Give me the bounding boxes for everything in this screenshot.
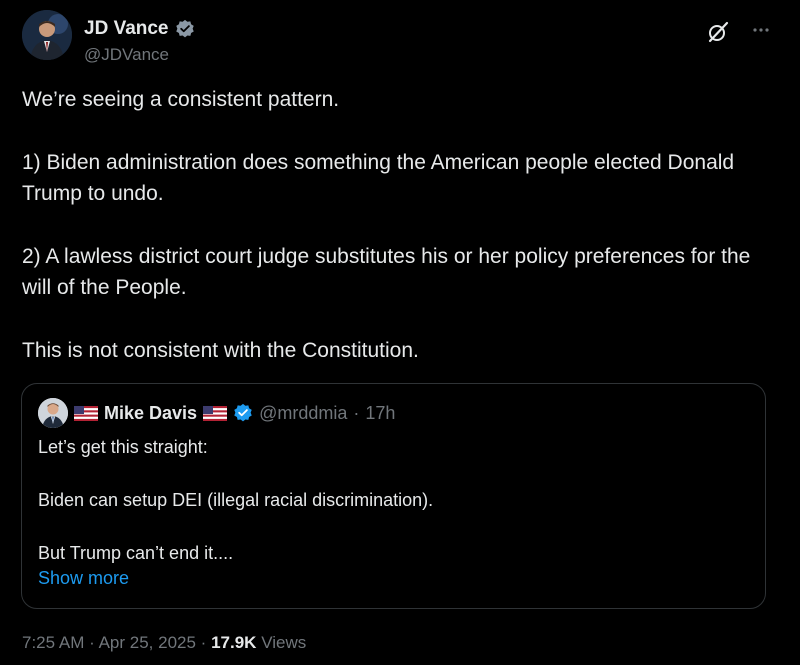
quoted-post-body: Let’s get this straight: Biden can setup…: [38, 434, 748, 593]
views-label: Views: [261, 633, 307, 652]
show-more-link[interactable]: Show more: [38, 568, 129, 589]
quoted-post-time[interactable]: 17h: [365, 403, 395, 424]
quoted-post-header: Mike Davis @mrddmia · 17h: [38, 398, 395, 428]
post-paragraph: This is not consistent with the Constitu…: [22, 339, 419, 362]
quoted-paragraph: Biden can setup DEI (illegal racial disc…: [38, 490, 434, 510]
post-body: We’re seeing a consistent pattern. 1) Bi…: [22, 84, 782, 366]
post-date[interactable]: Apr 25, 2025: [99, 633, 196, 652]
verified-badge-icon: [233, 403, 253, 423]
us-flag-icon: [203, 405, 228, 421]
author-display-name[interactable]: JD Vance: [84, 18, 169, 40]
author-name-row: JD Vance: [84, 18, 195, 40]
quoted-author-avatar[interactable]: [38, 398, 68, 428]
separator-dot: ·: [89, 633, 95, 652]
post-header: JD Vance @JDVance: [22, 10, 778, 65]
author-avatar[interactable]: [22, 10, 72, 60]
separator-dot: ·: [353, 402, 360, 423]
quoted-post[interactable]: Mike Davis @mrddmia · 17h Let’s get this…: [21, 383, 766, 609]
more-icon[interactable]: [752, 18, 770, 36]
us-flag-icon: [74, 405, 98, 421]
verified-badge-icon: [175, 19, 195, 39]
separator-dot: ·: [200, 633, 207, 652]
views-count[interactable]: 17.9K: [211, 633, 256, 652]
post-metadata: 7:25 AM · Apr 25, 2025 · 17.9K Views: [22, 633, 306, 653]
post-paragraph: 2) A lawless district court judge substi…: [22, 245, 751, 299]
quoted-paragraph: Let’s get this straight:: [38, 437, 208, 457]
post-paragraph: We’re seeing a consistent pattern.: [22, 88, 340, 111]
grok-icon[interactable]: [706, 20, 730, 44]
quoted-author-name[interactable]: Mike Davis: [104, 403, 197, 424]
post-time[interactable]: 7:25 AM: [22, 633, 84, 652]
post-paragraph: 1) Biden administration does something t…: [22, 151, 735, 205]
quoted-author-handle[interactable]: @mrddmia: [259, 403, 347, 424]
quoted-paragraph: But Trump can’t end it....: [38, 543, 234, 563]
post: JD Vance @JDVance We’re seeing a consist…: [0, 0, 800, 665]
author-handle[interactable]: @JDVance: [84, 45, 169, 65]
